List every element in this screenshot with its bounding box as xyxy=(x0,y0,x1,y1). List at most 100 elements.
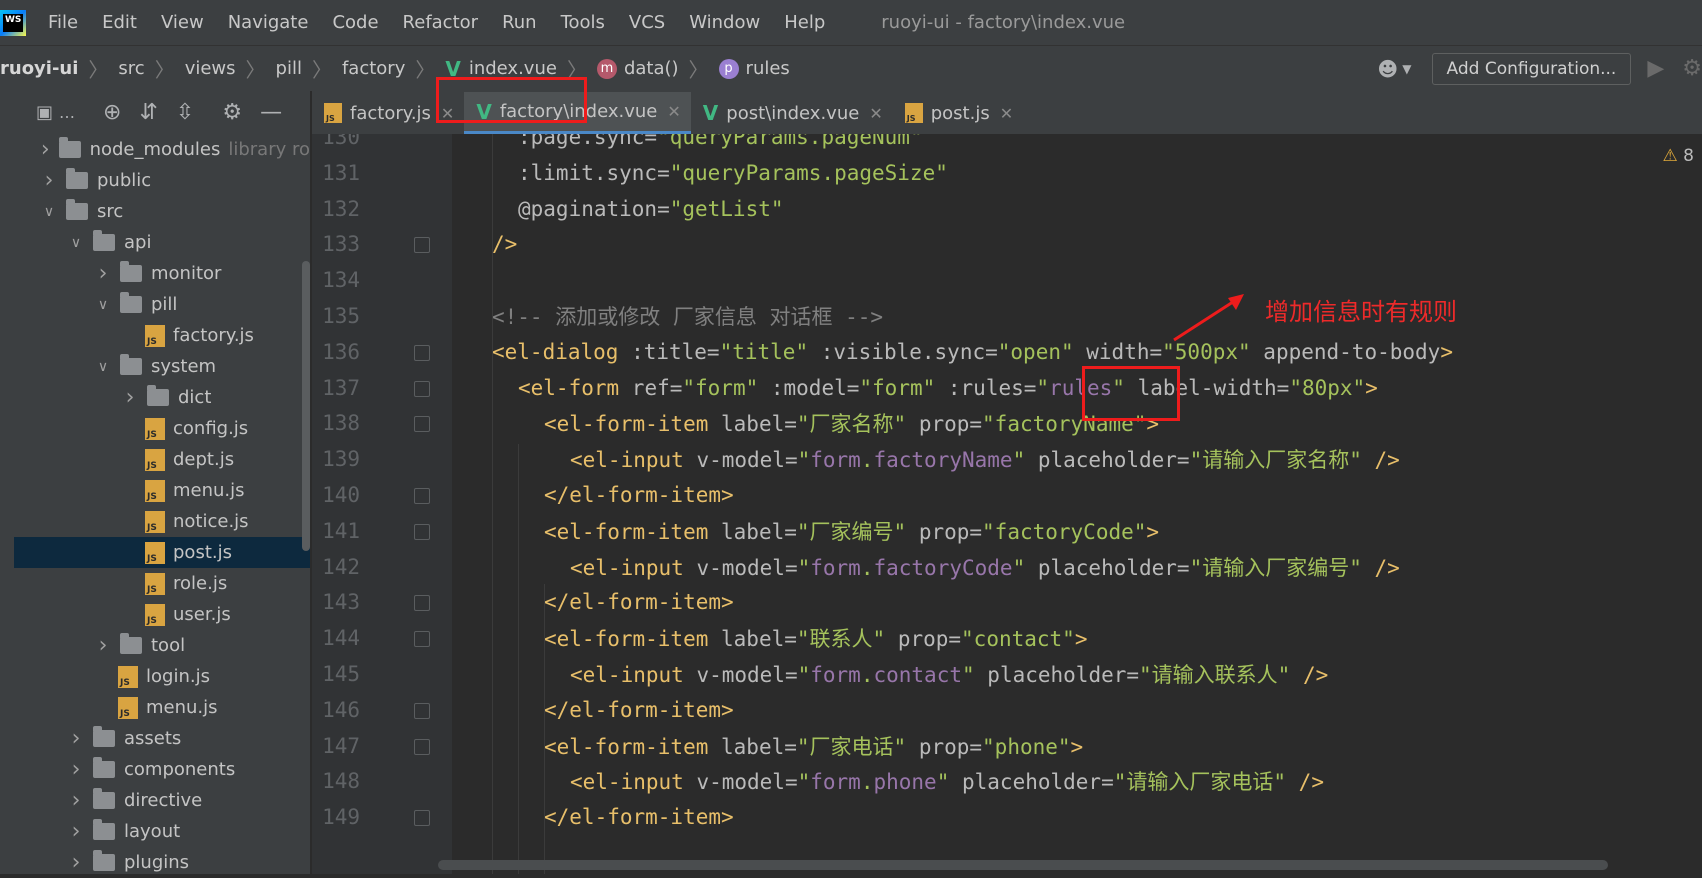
close-icon[interactable]: ✕ xyxy=(1000,104,1013,123)
fold-marker-icon[interactable] xyxy=(414,810,430,827)
fold-marker-icon[interactable] xyxy=(414,344,430,361)
chevron-right-icon[interactable]: › xyxy=(38,168,60,193)
tab-post-js[interactable]: post.js ✕ xyxy=(893,92,1023,134)
chevron-right-icon[interactable]: › xyxy=(65,819,87,844)
code-token: "form" xyxy=(682,375,759,400)
code-token: ref= xyxy=(631,375,683,400)
chevron-right-icon[interactable]: › xyxy=(65,788,87,813)
user-icon[interactable]: ☻ xyxy=(1377,57,1398,81)
menu-navigate[interactable]: Navigate xyxy=(228,12,309,33)
menu-file[interactable]: File xyxy=(48,12,78,33)
fold-marker-icon[interactable] xyxy=(414,595,430,612)
breadcrumb-item[interactable]: p rules xyxy=(718,58,790,79)
tree-item[interactable]: › monitor xyxy=(14,258,310,289)
fold-marker-icon[interactable] xyxy=(414,702,430,719)
settings-gear-icon[interactable]: ⚙ xyxy=(222,100,242,125)
sidebar-scrollbar[interactable] xyxy=(302,261,310,551)
chevron-right-icon[interactable]: › xyxy=(65,726,87,751)
tree-item[interactable]: dept.js xyxy=(14,444,310,475)
menu-code[interactable]: Code xyxy=(332,12,378,33)
project-view-icon[interactable]: ▣ xyxy=(36,102,53,123)
breadcrumb-item[interactable]: factory xyxy=(342,58,405,79)
chevron-down-icon[interactable]: ∨ xyxy=(92,297,114,313)
breadcrumb-label: pill xyxy=(275,58,302,79)
breadcrumb-item[interactable]: views xyxy=(185,58,236,79)
horizontal-scrollbar[interactable] xyxy=(438,860,1608,870)
code-token: "phone" xyxy=(982,734,1071,759)
run-icon[interactable]: ▶ xyxy=(1647,56,1664,81)
code-token: "请输入厂家名称" xyxy=(1189,448,1362,473)
expand-all-icon[interactable]: ⇵ xyxy=(139,100,157,125)
tree-item[interactable]: › dict xyxy=(14,382,310,413)
collapse-all-icon[interactable]: ⇳ xyxy=(176,100,194,125)
menu-run[interactable]: Run xyxy=(502,12,537,33)
fold-marker-icon[interactable] xyxy=(414,488,430,504)
breadcrumb-item[interactable]: pill xyxy=(276,58,302,79)
chevron-right-icon[interactable]: › xyxy=(92,633,114,658)
tree-item[interactable]: menu.js xyxy=(14,475,310,506)
tree-item[interactable]: notice.js xyxy=(14,506,310,537)
locate-icon[interactable]: ⊕ xyxy=(103,100,121,125)
tree-item[interactable]: › layout xyxy=(14,816,310,847)
fold-marker-icon[interactable] xyxy=(414,523,430,540)
chevron-down-icon[interactable]: ∨ xyxy=(92,359,114,375)
tree-item[interactable]: menu.js xyxy=(14,692,310,723)
fold-marker-icon[interactable] xyxy=(414,416,430,433)
chevron-down-icon[interactable]: ▼ xyxy=(1402,62,1411,76)
tree-item[interactable]: post.js xyxy=(14,537,310,568)
code-text: :page.sync="queryParams.pageNum" xyxy=(518,134,923,149)
fold-marker-icon[interactable] xyxy=(414,738,430,755)
tree-item[interactable]: factory.js xyxy=(14,320,310,351)
tree-item[interactable]: › components xyxy=(14,754,310,785)
fold-marker-icon[interactable] xyxy=(414,380,430,397)
tree-item[interactable]: ∨ src xyxy=(14,196,310,227)
breadcrumb-item[interactable]: ruoyi-ui xyxy=(0,58,78,79)
code-token: v-model= xyxy=(696,663,798,687)
tree-item[interactable]: › public xyxy=(14,165,310,196)
code-text: :limit.sync="queryParams.pageSize" xyxy=(518,161,948,185)
tree-item[interactable]: › node_modules library ro xyxy=(14,134,310,165)
chevron-down-icon[interactable]: ∨ xyxy=(38,204,60,220)
menu-refactor[interactable]: Refactor xyxy=(403,12,479,33)
menu-edit[interactable]: Edit xyxy=(102,12,137,33)
chevron-down-icon[interactable]: ∨ xyxy=(65,235,87,251)
more-icon[interactable]: … xyxy=(59,103,75,122)
code-editor[interactable]: 130:page.sync="queryParams.pageNum" 131:l… xyxy=(312,134,1702,874)
close-icon[interactable]: ✕ xyxy=(869,104,882,123)
tree-item[interactable]: › tool xyxy=(14,630,310,661)
line-number: 137 xyxy=(322,375,360,400)
navigation-bar: ruoyi-ui 〉 src 〉 views 〉 pill 〉 factory 〉 Vindex.v… xyxy=(0,45,1702,91)
fold-marker-icon[interactable] xyxy=(414,237,430,254)
chevron-right-icon[interactable]: › xyxy=(65,850,87,875)
close-icon[interactable]: ✕ xyxy=(667,102,680,121)
chevron-right-icon[interactable]: › xyxy=(38,137,53,162)
fold-marker-icon[interactable] xyxy=(414,631,430,648)
menu-help[interactable]: Help xyxy=(784,12,825,33)
menu-tools[interactable]: Tools xyxy=(561,12,605,33)
folder-icon xyxy=(93,726,115,747)
tree-item[interactable]: login.js xyxy=(14,661,310,692)
tab-post-index-vue[interactable]: Vpost\index.vue ✕ xyxy=(691,92,893,134)
chevron-right-icon[interactable]: › xyxy=(92,261,114,286)
chevron-right-icon[interactable]: › xyxy=(65,757,87,782)
tree-item[interactable]: › plugins xyxy=(14,847,310,878)
breadcrumb-item[interactable]: m data() xyxy=(596,58,679,79)
tree-item[interactable]: role.js xyxy=(14,568,310,599)
tree-item[interactable]: user.js xyxy=(14,599,310,630)
tree-item[interactable]: config.js xyxy=(14,413,310,444)
tree-item[interactable]: ∨ system xyxy=(14,351,310,382)
tree-item[interactable]: ∨ pill xyxy=(14,289,310,320)
menu-window[interactable]: Window xyxy=(689,12,760,33)
add-configuration-button[interactable]: Add Configuration... xyxy=(1431,52,1632,85)
hide-icon[interactable]: — xyxy=(260,100,282,125)
menu-vcs[interactable]: VCS xyxy=(629,12,665,33)
breadcrumb-item[interactable]: src xyxy=(118,58,144,79)
tree-item[interactable]: ∨ api xyxy=(14,227,310,258)
chevron-right-icon[interactable]: › xyxy=(119,385,141,410)
tree-item[interactable]: › assets xyxy=(14,723,310,754)
breadcrumb-separator-icon: 〉 xyxy=(688,58,709,82)
menu-view[interactable]: View xyxy=(161,12,204,33)
debug-icon[interactable]: ⚙ xyxy=(1682,56,1702,81)
warning-indicator[interactable]: ⚠ 8 xyxy=(1663,146,1694,166)
tree-item[interactable]: › directive xyxy=(14,785,310,816)
